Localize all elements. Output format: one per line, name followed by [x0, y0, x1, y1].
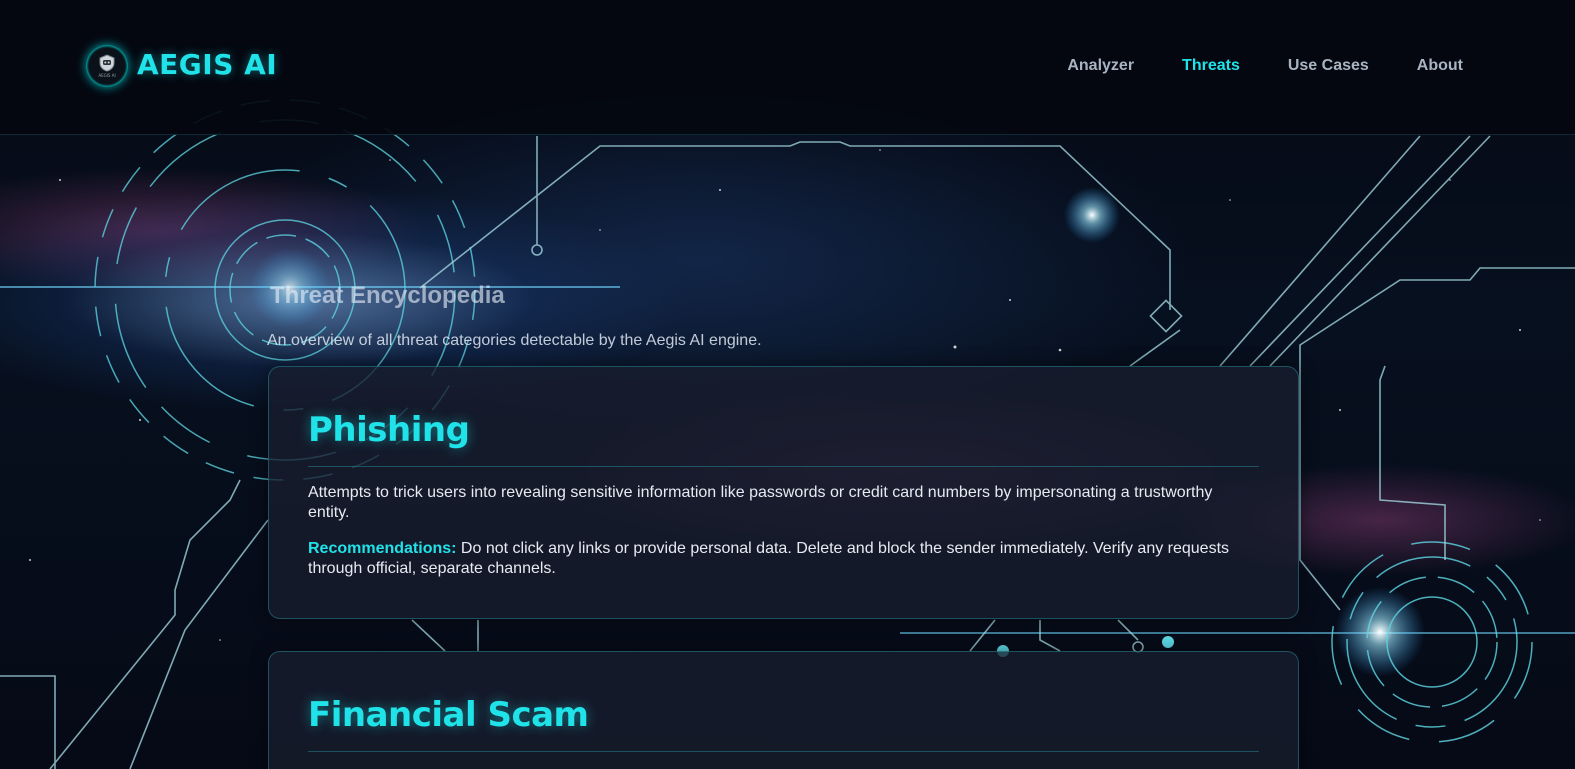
nav-use-cases[interactable]: Use Cases — [1288, 56, 1369, 76]
page: AEGIS AI AEGIS AI Analyzer Threats Use C… — [0, 0, 1575, 769]
recommendations-label: Recommendations: — [308, 540, 457, 557]
threat-card-financial-scam: Financial Scam — [268, 651, 1299, 769]
site-header: AEGIS AI AEGIS AI Analyzer Threats Use C… — [0, 0, 1575, 135]
divider — [308, 466, 1259, 467]
threat-title: Financial Scam — [308, 695, 589, 735]
page-title: Threat Encyclopedia — [270, 282, 505, 309]
threat-description: Attempts to trick users into revealing s… — [308, 484, 1213, 521]
nav-about[interactable]: About — [1417, 56, 1463, 76]
shield-robot-icon — [99, 54, 115, 72]
nav-threats[interactable]: Threats — [1182, 56, 1240, 76]
threat-title: Phishing — [308, 410, 470, 450]
threat-card-phishing: Phishing Attempts to trick users into re… — [268, 366, 1299, 619]
threat-recommendations: Recommendations: Do not click any links … — [308, 539, 1238, 579]
brand-name[interactable]: AEGIS AI — [137, 48, 277, 82]
main-nav: Analyzer Threats Use Cases About — [1019, 56, 1463, 76]
divider — [308, 751, 1259, 752]
logo-text: AEGIS AI — [98, 73, 116, 78]
page-subtitle: An overview of all threat categories det… — [267, 332, 762, 349]
nav-analyzer[interactable]: Analyzer — [1067, 56, 1134, 76]
logo[interactable]: AEGIS AI — [86, 45, 128, 87]
